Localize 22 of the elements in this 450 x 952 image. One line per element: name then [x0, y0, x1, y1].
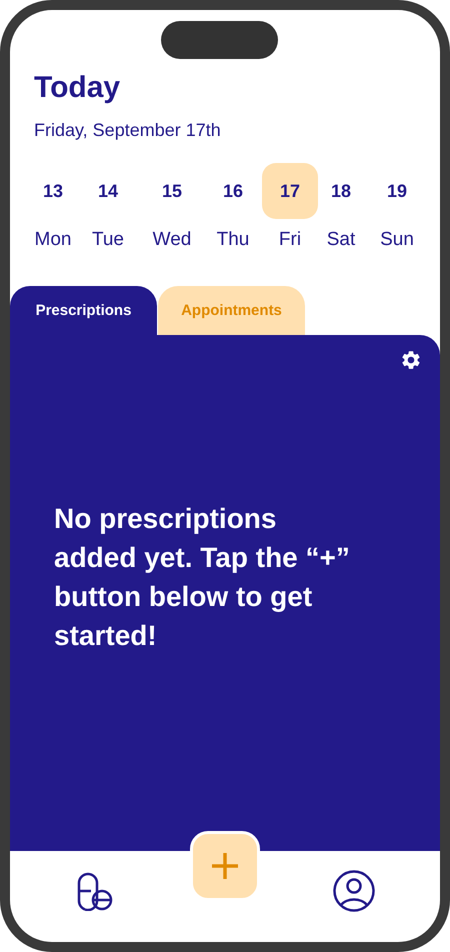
day-number[interactable]: 15 — [144, 163, 200, 219]
day-number[interactable]: 13 — [25, 163, 81, 219]
day-number[interactable]: 16 — [205, 163, 261, 219]
plus-icon — [210, 851, 240, 881]
day-number[interactable]: 14 — [80, 163, 136, 219]
weekday-label: Tue — [92, 229, 124, 251]
weekday-label: Thu — [216, 229, 250, 251]
weekday-label: Sun — [380, 229, 414, 251]
pill-icon[interactable] — [77, 871, 113, 911]
settings-icon[interactable] — [400, 349, 422, 371]
weekday-label: Fri — [278, 229, 302, 251]
profile-icon[interactable] — [333, 870, 375, 912]
date-subtitle: Friday, September 17th — [34, 120, 222, 141]
day-number[interactable]: 17 — [262, 163, 318, 219]
empty-state-message: No prescriptions added yet. Tap the “+” button below to get started! — [54, 502, 351, 653]
weekday-label: Wed — [152, 229, 192, 251]
day-number[interactable]: 19 — [369, 163, 425, 219]
add-button[interactable] — [190, 831, 260, 901]
tab[interactable]: Prescriptions — [10, 286, 157, 335]
weekday-label: Mon — [34, 229, 72, 251]
page-title: Today — [34, 70, 122, 106]
weekday-label: Sat — [326, 229, 356, 251]
